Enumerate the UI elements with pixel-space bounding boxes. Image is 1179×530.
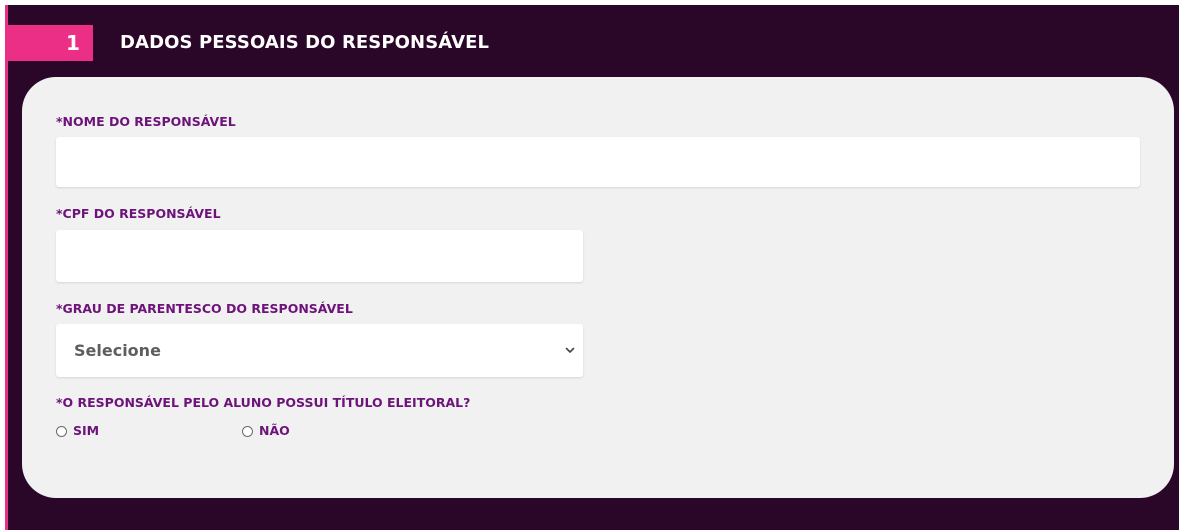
radio-empty-icon[interactable] [56, 425, 67, 437]
cpf-input[interactable] [56, 230, 583, 282]
parentesco-select[interactable]: Selecione [56, 324, 583, 377]
step-number: 1 [66, 31, 80, 55]
titulo-eleitoral-label: *O RESPONSÁVEL PELO ALUNO POSSUI TÍTULO … [56, 395, 471, 410]
radio-nao-label: NÃO [259, 423, 290, 438]
nome-label: *NOME DO RESPONSÁVEL [56, 114, 236, 129]
parentesco-label: *GRAU DE PARENTESCO DO RESPONSÁVEL [56, 301, 353, 316]
radio-nao[interactable]: NÃO [242, 424, 290, 438]
step-badge [8, 25, 93, 61]
chevron-down-icon [565, 347, 575, 353]
accent-stripe [5, 5, 8, 530]
radio-sim-label: SIM [73, 423, 100, 438]
radio-empty-icon[interactable] [242, 425, 253, 437]
radio-sim[interactable]: SIM [56, 424, 99, 438]
cpf-label: *CPF DO RESPONSÁVEL [56, 206, 221, 221]
section-title: DADOS PESSOAIS DO RESPONSÁVEL [120, 32, 490, 53]
parentesco-selected-value: Selecione [74, 341, 161, 360]
nome-input[interactable] [56, 137, 1140, 187]
